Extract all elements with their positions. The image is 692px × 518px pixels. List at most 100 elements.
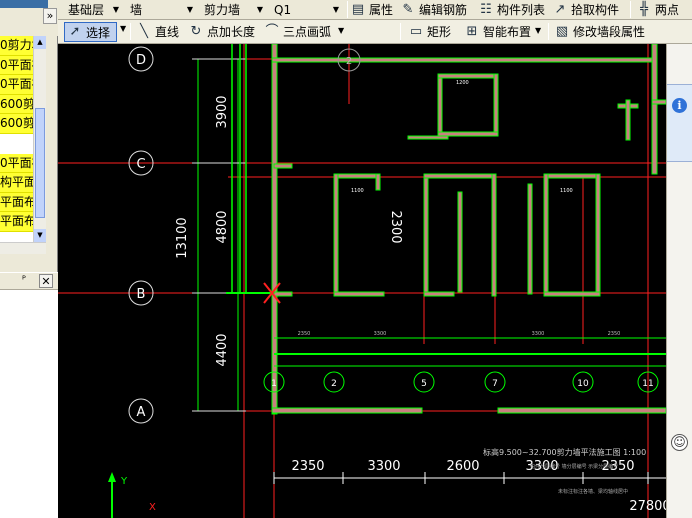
axis-label-col: 2: [331, 379, 337, 389]
expand-chevron-icon[interactable]: »: [43, 8, 57, 24]
toolbar-separator: [400, 23, 401, 40]
component-name-select[interactable]: Q1 ▼: [270, 1, 342, 18]
properties-button[interactable]: ▤ 属性: [350, 1, 393, 18]
component-list-button[interactable]: ☷ 构件列表: [478, 1, 545, 18]
floor-select[interactable]: 基础层 ▼: [64, 1, 122, 18]
drawing-canvas[interactable]: D C B A 2 1 2 5 7 10 11 13100 3900 4800 …: [58, 44, 666, 518]
wall-segment: [271, 407, 423, 414]
dimension-total-horizontal: 27800: [629, 499, 666, 514]
chevron-down-icon: ▼: [535, 26, 542, 35]
cursor-arrow-icon: ➚: [69, 24, 81, 39]
axis-bubble-col: 10: [572, 371, 594, 393]
ucs-y-label: Y: [120, 476, 128, 487]
wall-segment: [375, 173, 381, 191]
smart-layout-button[interactable]: ⊞ 智能布置: [464, 23, 531, 40]
modify-segment-icon: ▧: [555, 23, 569, 39]
wall-segment: [333, 173, 380, 179]
floor-select-value: 基础层: [68, 3, 105, 17]
three-point-arc-button[interactable]: ⌒ 三点画弧: [264, 23, 331, 40]
component-name-value: Q1: [274, 2, 292, 17]
properties-label: 属性: [369, 3, 394, 17]
edit-rebar-button[interactable]: ✎ 编辑钢筋: [400, 1, 467, 18]
list-horizontal-scrollbar[interactable]: [0, 242, 46, 254]
two-point-button[interactable]: ╬ 两点: [636, 1, 679, 18]
axis-bubble-col: 7: [484, 371, 506, 393]
pick-arrow-icon: ↗: [554, 1, 566, 17]
dimension-horizontal: 3300: [367, 459, 400, 474]
component-list-label: 构件列表: [497, 3, 546, 17]
close-icon[interactable]: ✕: [39, 274, 53, 288]
info-panel-tab[interactable]: [667, 84, 692, 162]
ucs-icon: Y X: [108, 472, 156, 518]
axis-label-row: B: [137, 287, 146, 302]
drawing-note: 未标注标注各墙、梁均轴线居中: [558, 488, 628, 495]
point-length-icon: ↻: [190, 23, 202, 39]
dimension-small: 2350: [298, 331, 311, 337]
dimension-small: 2350: [608, 331, 621, 337]
two-point-label: 两点: [655, 3, 680, 17]
two-point-icon: ╬: [640, 1, 648, 17]
wall-segment: [423, 173, 497, 179]
chevron-down-icon: ▼: [112, 5, 120, 14]
axis-bubble-col: 2: [323, 371, 345, 393]
room-label: 1200: [456, 80, 469, 86]
draw-toolbar: ➚ 选择 ▼ ╲ 直线 ↻ 点加长度 ⌒ 三点画弧 ▼ ▭ 矩形 ⊞ 智能布置 …: [58, 20, 692, 44]
select-button[interactable]: ➚ 选择: [64, 22, 118, 42]
list-vertical-scrollbar[interactable]: ▲ ▼: [33, 36, 46, 242]
line-button[interactable]: ╲ 直线: [136, 23, 179, 40]
room-label: 1100: [351, 188, 364, 194]
pick-component-button[interactable]: ↗ 拾取构件: [552, 1, 619, 18]
axis-label-col: 10: [577, 379, 589, 389]
wall-segment: [497, 407, 666, 414]
select-label: 选择: [86, 25, 111, 40]
list-icon: ☷: [480, 1, 492, 17]
wall-type-select[interactable]: 剪力墙 ▼: [200, 1, 266, 18]
rectangle-button[interactable]: ▭ 矩形: [408, 23, 451, 40]
modify-segment-label: 修改墙段属性: [573, 25, 646, 39]
component-toolbar: 基础层 ▼ 墙 ▼ 剪力墙 ▼ Q1 ▼ ▤ 属性 ✎ 编辑钢筋 ☷ 构件列表 …: [58, 0, 692, 20]
wall-segment: [457, 191, 463, 293]
axis-label-col: 1: [271, 379, 277, 389]
point-length-button[interactable]: ↻ 点加长度: [188, 23, 255, 40]
wall-segment: [595, 173, 601, 297]
scroll-thumb[interactable]: [35, 108, 45, 218]
rectangle-icon: ▭: [409, 23, 423, 39]
smiley-icon[interactable]: ☺: [671, 434, 688, 451]
select-dropdown[interactable]: ▼: [120, 24, 126, 33]
properties-panel-body: [0, 290, 58, 518]
properties-panel-titlebar: ᴾ ✕: [0, 272, 58, 290]
dimension-inner: 2300: [388, 210, 403, 243]
modify-segment-button[interactable]: ▧ 修改墙段属性: [554, 23, 645, 40]
chevron-down-icon: ▼: [186, 5, 194, 14]
wall-segment: [543, 291, 601, 297]
wall-segment: [407, 135, 449, 140]
axis-label-row: C: [136, 157, 145, 172]
line-icon: ╲: [140, 23, 148, 39]
wall-segment: [271, 57, 653, 63]
component-type-select[interactable]: 墙 ▼: [126, 1, 196, 18]
dimension-total-vertical: 13100: [175, 217, 190, 258]
axis-label-row: A: [137, 405, 146, 420]
axis-label-col: 7: [492, 379, 498, 389]
smart-layout-icon: ⊞: [466, 23, 478, 39]
axis-bubble-row-d: D: [128, 46, 154, 72]
wall-type-value: 剪力墙: [204, 3, 241, 17]
scroll-down-icon[interactable]: ▼: [34, 229, 46, 242]
wall-segment: [651, 44, 658, 175]
info-icon[interactable]: i: [672, 98, 687, 113]
wall-segment: [543, 173, 549, 297]
wall-segment: [491, 173, 497, 297]
dimension-small: 3300: [374, 331, 387, 337]
chevron-down-icon: ▼: [332, 5, 340, 14]
scroll-up-icon[interactable]: ▲: [34, 36, 46, 49]
axis-label-col: 11: [642, 379, 653, 389]
wall-segment: [437, 73, 499, 79]
wall-segment: [423, 173, 429, 297]
edit-rebar-label: 编辑钢筋: [419, 3, 468, 17]
three-point-arc-label: 三点画弧: [283, 25, 332, 39]
component-type-value: 墙: [130, 3, 143, 17]
axis-label-row: D: [136, 53, 146, 68]
arc-dropdown[interactable]: ▼: [338, 26, 344, 35]
smart-layout-dropdown[interactable]: ▼: [535, 26, 541, 35]
pin-icon[interactable]: ᴾ: [22, 275, 26, 286]
